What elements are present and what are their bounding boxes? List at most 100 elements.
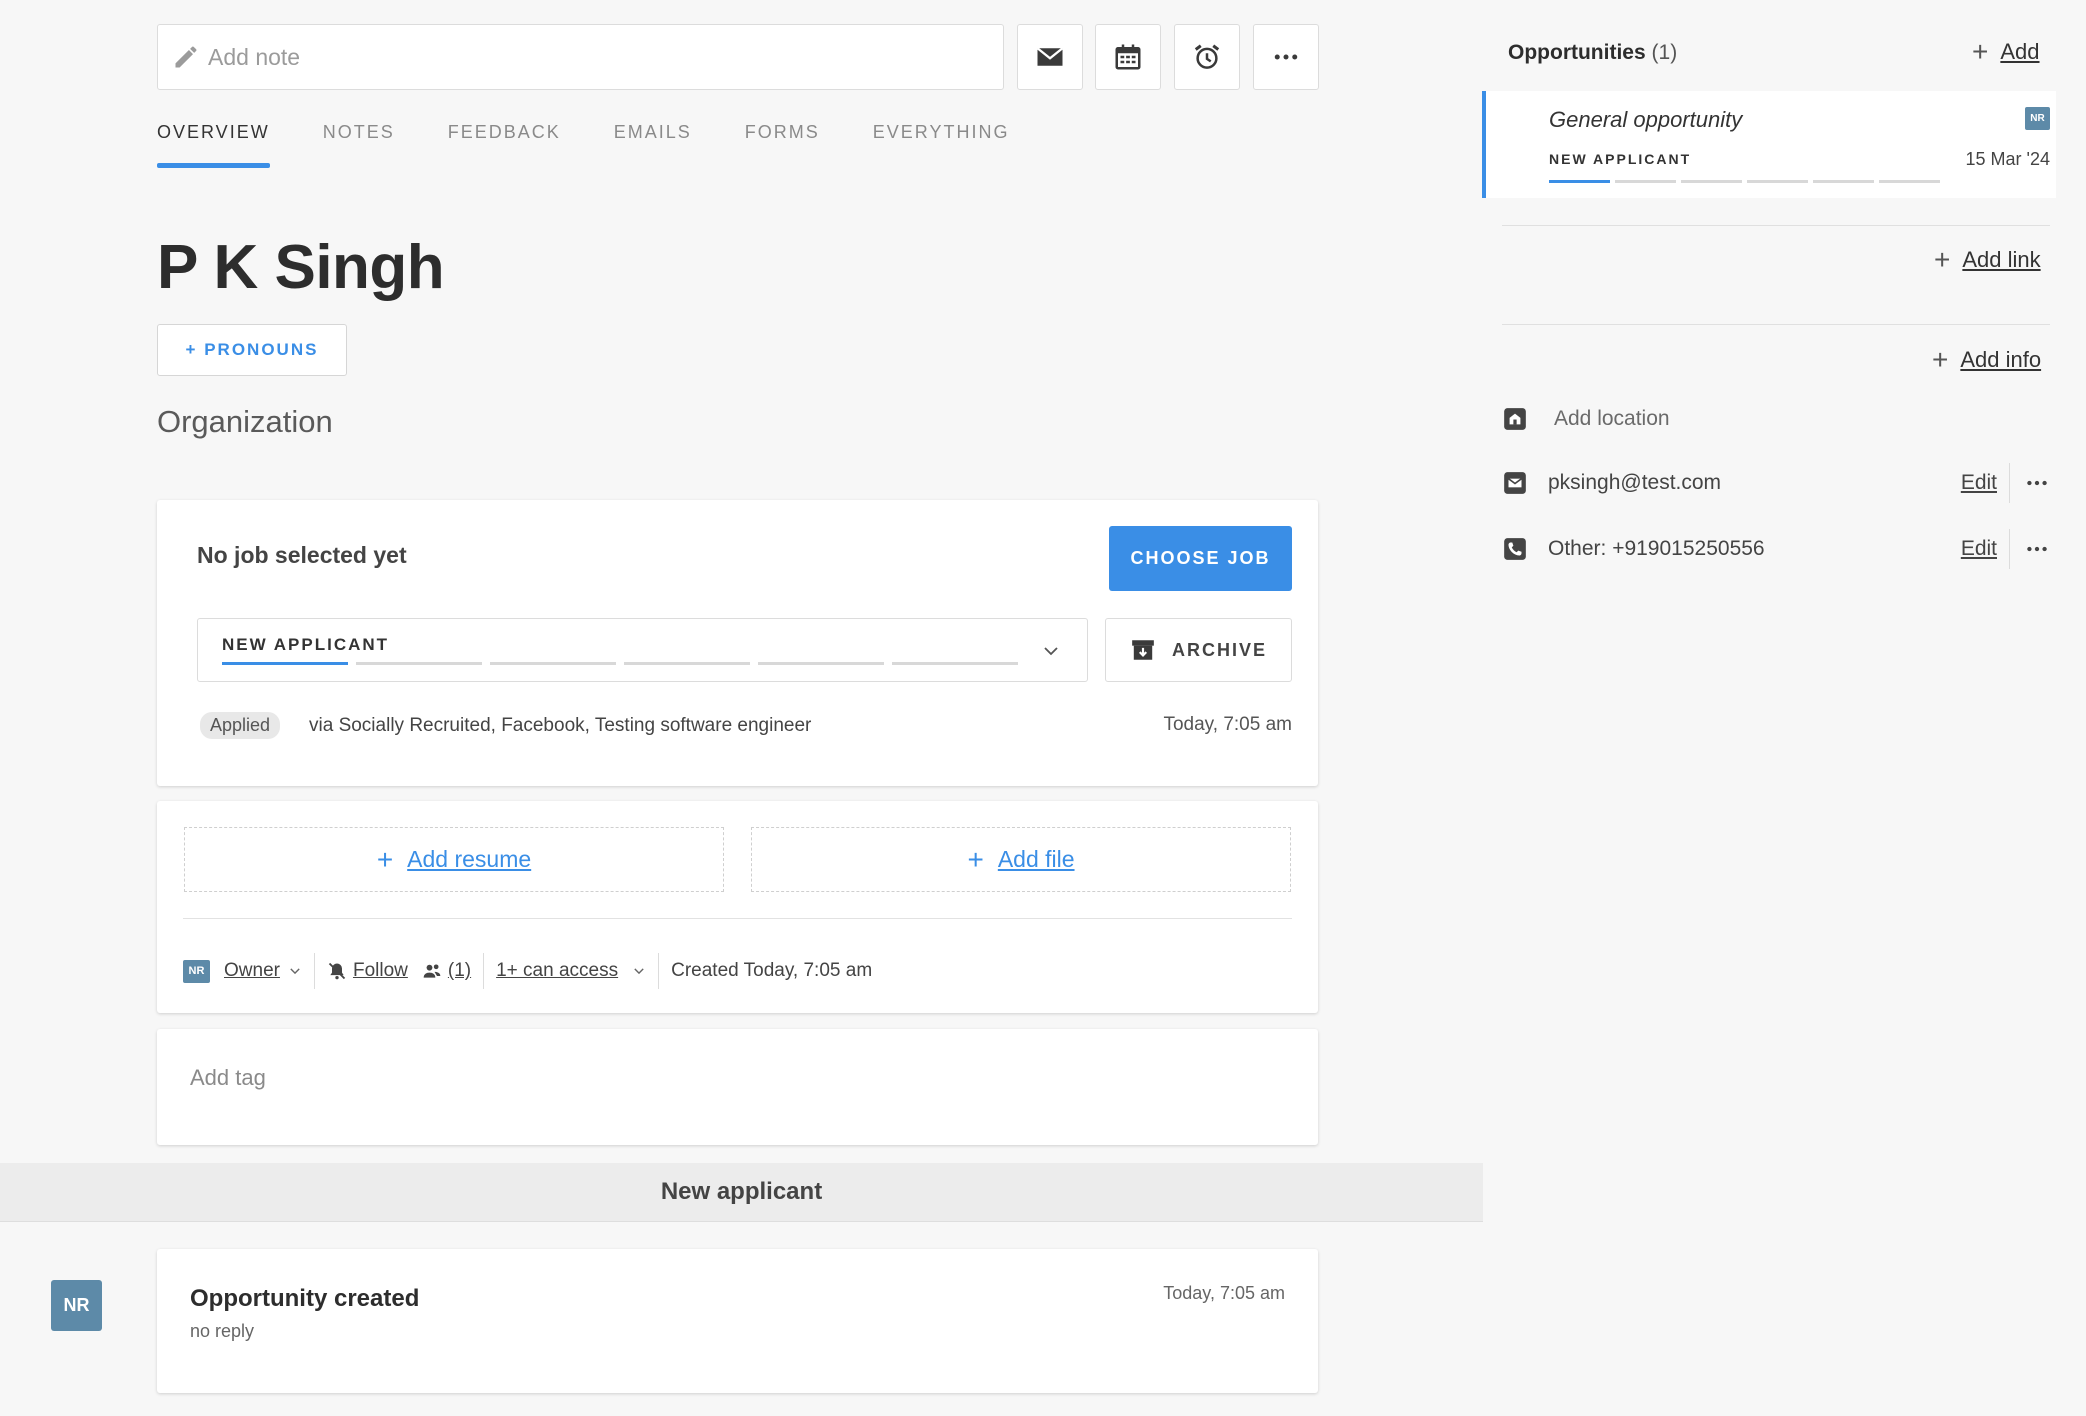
- add-info-button[interactable]: + Add info: [1932, 346, 2041, 374]
- add-file-button[interactable]: + Add file: [751, 827, 1291, 892]
- more-actions-button[interactable]: [1253, 24, 1319, 90]
- access-dropdown[interactable]: 1+ can access: [496, 960, 618, 982]
- add-resume-button[interactable]: + Add resume: [184, 827, 724, 892]
- add-opportunity-button[interactable]: + Add: [1972, 38, 2040, 66]
- organization-field[interactable]: Organization: [157, 404, 333, 440]
- calendar-icon: [1115, 44, 1141, 70]
- chevron-down-icon: [634, 968, 644, 975]
- email-icon: [1036, 47, 1064, 66]
- created-text: Created Today, 7:05 am: [671, 960, 873, 981]
- email-value[interactable]: pksingh@test.com: [1548, 471, 1961, 495]
- location-row[interactable]: Add location: [1502, 399, 2050, 439]
- tab-emails[interactable]: EMAILS: [614, 122, 692, 168]
- opportunities-count: (1): [1651, 41, 1678, 64]
- profile-tabs: OVERVIEW NOTES FEEDBACK EMAILS FORMS EVE…: [157, 122, 1062, 168]
- divider: [1502, 225, 2050, 226]
- opportunities-label: Opportunities: [1508, 41, 1646, 64]
- stage-segment: [1549, 180, 1610, 183]
- archive-icon: [1132, 640, 1154, 660]
- opportunity-date: 15 Mar '24: [1965, 149, 2050, 169]
- stage-segment: [758, 662, 884, 665]
- opportunity-card[interactable]: General opportunity NEW APPLICANT NR 15 …: [1482, 91, 2056, 198]
- edit-phone-link[interactable]: Edit: [1961, 537, 1997, 561]
- stage-segment: [1681, 180, 1742, 183]
- add-info-label: Add info: [1960, 347, 2042, 372]
- job-title: No job selected yet: [197, 542, 407, 568]
- location-icon: [1504, 408, 1526, 430]
- candidate-name[interactable]: P K Singh: [157, 232, 445, 303]
- alarm-icon: [1194, 44, 1220, 69]
- owner-avatar: NR: [183, 959, 210, 983]
- separator: [658, 953, 660, 989]
- status-badge: Applied: [200, 712, 281, 739]
- opportunity-stage-progress: [1549, 180, 1945, 183]
- job-card: No job selected yet CHOOSE JOB NEW APPLI…: [157, 500, 1318, 786]
- chevron-down-icon: [290, 968, 300, 975]
- email-row: pksingh@test.com Edit: [1502, 463, 2050, 503]
- more-icon: [1274, 54, 1298, 60]
- event-timestamp: Today, 7:05 am: [1163, 1283, 1285, 1303]
- stage-select[interactable]: NEW APPLICANT: [197, 618, 1088, 682]
- phone-icon: [1504, 538, 1526, 560]
- pencil-icon: [175, 46, 197, 68]
- tab-notes[interactable]: NOTES: [323, 122, 395, 168]
- timeline-event-card: Opportunity created no reply Today, 7:05…: [157, 1249, 1318, 1393]
- stage-segment: [892, 662, 1018, 665]
- ownership-row: NR Owner Follow (1) 1+ can access Create…: [183, 953, 872, 989]
- separator: [313, 953, 315, 989]
- tab-feedback[interactable]: FEEDBACK: [448, 122, 561, 168]
- email-icon: [1504, 472, 1526, 494]
- plus-icon: +: [967, 843, 984, 875]
- tab-everything[interactable]: EVERYTHING: [873, 122, 1010, 168]
- add-note-field[interactable]: [157, 24, 1004, 90]
- timeline-stage-header: New applicant: [0, 1163, 1483, 1222]
- follow-link[interactable]: Follow: [353, 960, 408, 982]
- divider: [183, 918, 1292, 919]
- tab-forms[interactable]: FORMS: [745, 122, 820, 168]
- plus-icon: +: [1934, 244, 1951, 275]
- more-icon[interactable]: [2024, 536, 2050, 562]
- stage-segment: [490, 662, 616, 665]
- add-link-label: Add link: [1962, 247, 2041, 272]
- choose-job-button[interactable]: CHOOSE JOB: [1109, 526, 1292, 591]
- more-icon[interactable]: [2024, 470, 2050, 496]
- followers-count[interactable]: (1): [448, 960, 471, 982]
- followers-icon: [423, 964, 441, 978]
- archive-button[interactable]: ARCHIVE: [1105, 618, 1292, 682]
- tab-overview[interactable]: OVERVIEW: [157, 122, 270, 168]
- stage-segment: [222, 662, 348, 665]
- stage-segment: [356, 662, 482, 665]
- stage-segment: [1879, 180, 1940, 183]
- schedule-button[interactable]: [1095, 24, 1161, 90]
- event-subtitle: no reply: [190, 1321, 255, 1341]
- avatar: NR: [2025, 107, 2050, 130]
- owner-dropdown[interactable]: Owner: [224, 960, 280, 982]
- plus-icon: +: [1932, 344, 1949, 375]
- reminder-button[interactable]: [1174, 24, 1240, 90]
- stage-segment: [1813, 180, 1874, 183]
- opportunity-title: General opportunity: [1549, 107, 1743, 132]
- phone-row: Other: +919015250556 Edit: [1502, 529, 2050, 569]
- divider: [1502, 324, 2050, 325]
- add-opportunity-label: Add: [2000, 39, 2040, 64]
- phone-value[interactable]: Other: +919015250556: [1548, 537, 1961, 561]
- edit-email-link[interactable]: Edit: [1961, 471, 1997, 495]
- separator: [483, 953, 485, 989]
- stage-segment: [624, 662, 750, 665]
- stage-progress: [222, 662, 1026, 665]
- files-card: + Add resume + Add file NR Owner Follow …: [157, 801, 1318, 1013]
- stage-segment: [1615, 180, 1676, 183]
- stage-segment: [1747, 180, 1808, 183]
- add-link-button[interactable]: + Add link: [1934, 246, 2041, 274]
- stage-label: NEW APPLICANT: [222, 635, 390, 654]
- add-pronouns-button[interactable]: + PRONOUNS: [157, 324, 347, 376]
- add-note-input[interactable]: [208, 43, 968, 71]
- add-location-field[interactable]: Add location: [1554, 407, 2050, 431]
- email-button[interactable]: [1017, 24, 1083, 90]
- bell-muted-icon: [328, 962, 346, 980]
- separator: [2009, 463, 2010, 503]
- add-tag-input[interactable]: [190, 1065, 890, 1091]
- source-text: via Socially Recruited, Facebook, Testin…: [309, 715, 812, 736]
- chevron-down-icon: [1044, 647, 1058, 656]
- archive-label: ARCHIVE: [1171, 639, 1267, 660]
